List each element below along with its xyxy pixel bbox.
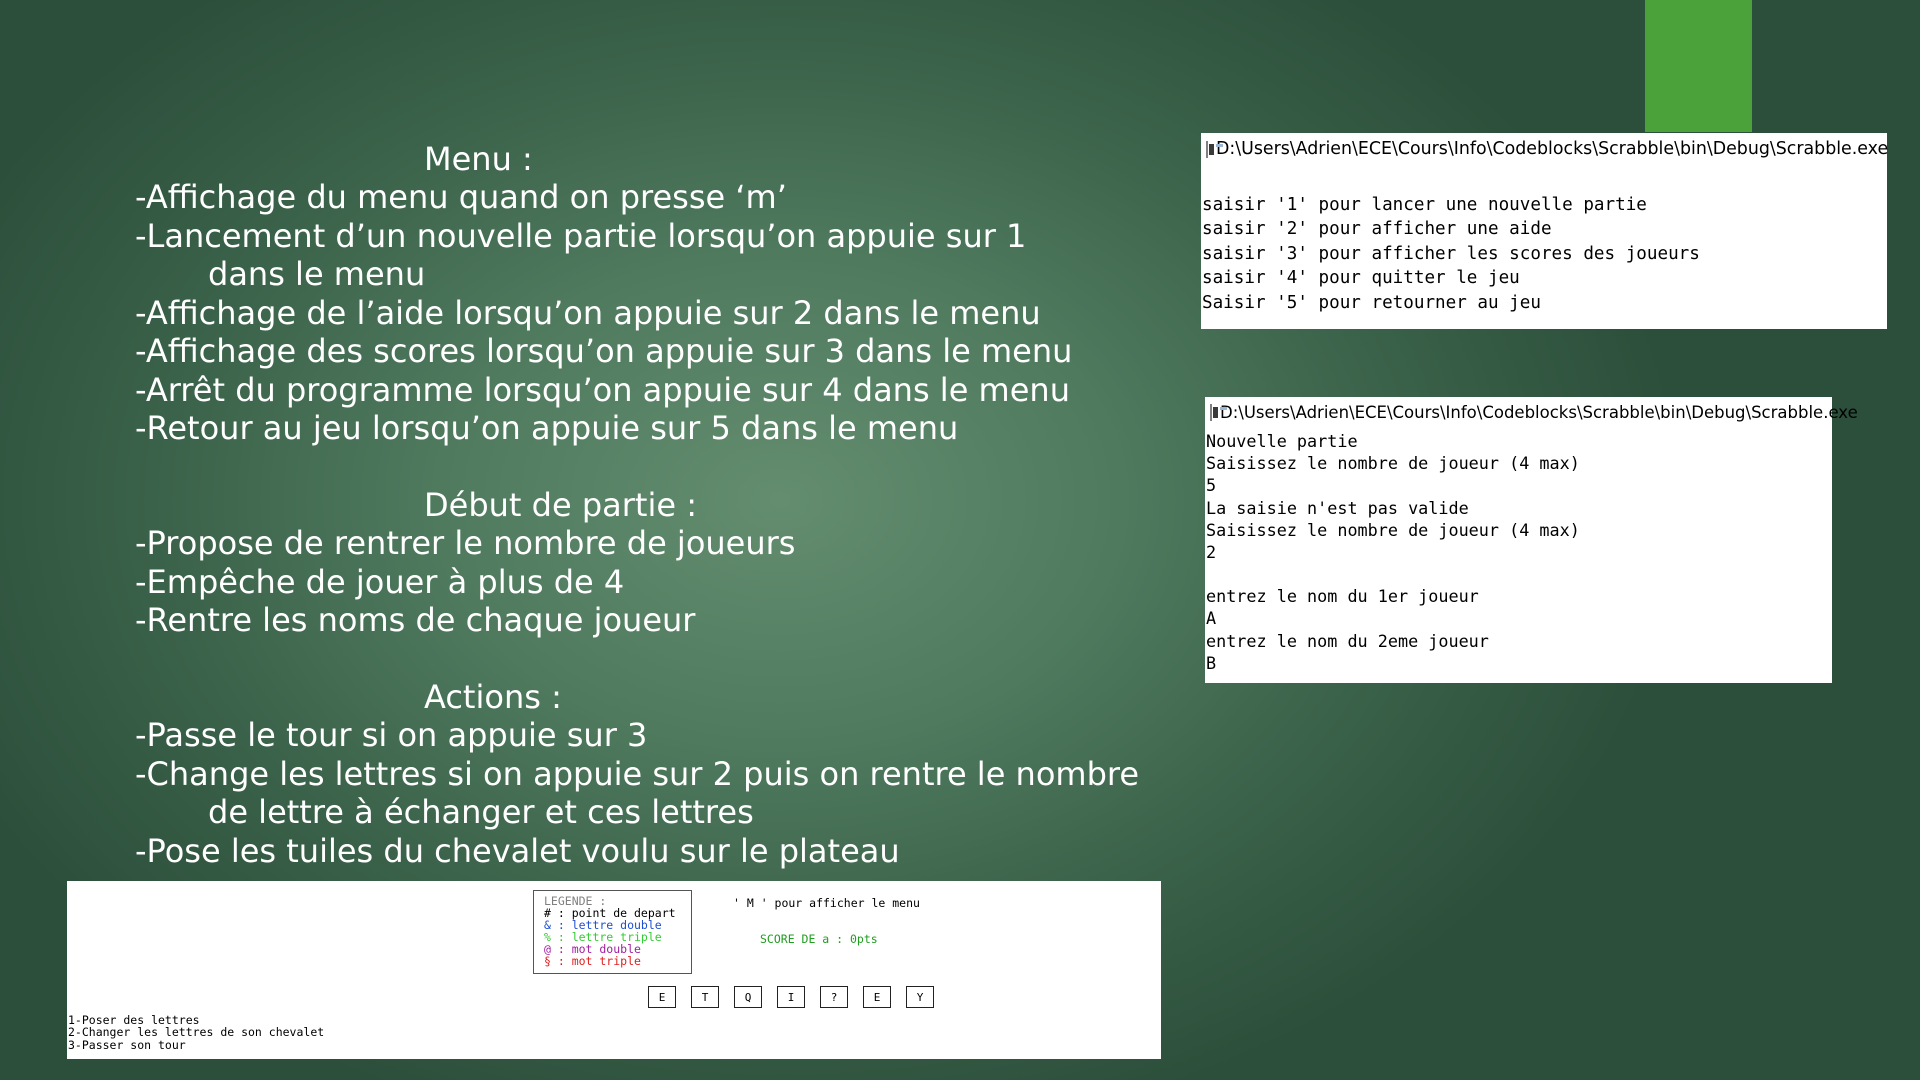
option-line: 3-Passer son tour bbox=[68, 1037, 186, 1052]
window-titlebar: D:\Users\Adrien\ECE\Cours\Info\Codeblock… bbox=[1205, 397, 1858, 427]
option-line: 2-Changer les lettres de son chevalet bbox=[68, 1025, 325, 1040]
console-line: La saisie n'est pas valide bbox=[1206, 497, 1469, 518]
window-titlebar: D:\Users\Adrien\ECE\Cours\Info\Codeblock… bbox=[1201, 133, 1889, 165]
window-title: D:\Users\Adrien\ECE\Cours\Info\Codeblock… bbox=[1216, 139, 1889, 159]
console-line: entrez le nom du 2eme joueur bbox=[1206, 630, 1489, 651]
bullet-line: -Change les lettres si on appuie sur 2 p… bbox=[135, 755, 1140, 793]
rack-tile: Y bbox=[906, 986, 934, 1008]
console-window-new-game: D:\Users\Adrien\ECE\Cours\Info\Codeblock… bbox=[1205, 397, 1858, 683]
bullet-line: -Affichage du menu quand on presse ‘m’ bbox=[135, 178, 787, 216]
tile-rack: E T Q I? E Y bbox=[648, 986, 949, 1008]
legend-line: § : mot triple bbox=[544, 954, 641, 968]
console-line: Nouvelle partie bbox=[1206, 431, 1358, 451]
rack-tile: E bbox=[648, 986, 676, 1008]
bullet-line: -Passe le tour si on appuie sur 3 bbox=[135, 716, 648, 754]
menu-hint: ' M ' pour afficher le menu bbox=[733, 896, 920, 910]
console-line: saisir '3' pour afficher les scores des … bbox=[1202, 243, 1700, 264]
rack-tile: E bbox=[863, 986, 891, 1008]
console-window-menu: D:\Users\Adrien\ECE\Cours\Info\Codeblock… bbox=[1201, 133, 1889, 329]
action-options: 1-Poser des lettres 2-Changer les lettres… bbox=[68, 1014, 324, 1051]
console-line: A bbox=[1206, 608, 1217, 629]
console-line: Saisissez le nombre de joueur (4 max) bbox=[1206, 453, 1580, 474]
window-title: D:\Users\Adrien\ECE\Cours\Info\Codeblock… bbox=[1220, 402, 1858, 422]
console-line: 2 bbox=[1206, 542, 1217, 563]
console-line: 5 bbox=[1206, 475, 1217, 496]
console-app-icon bbox=[1206, 140, 1223, 158]
bullet-line: -Lancement d’un nouvelle partie lorsqu’o… bbox=[135, 217, 1027, 255]
bullet-line: -Empêche de jouer à plus de 4 bbox=[135, 563, 625, 601]
console-line: saisir '2' pour afficher une aide bbox=[1202, 219, 1552, 240]
heading-actions: Actions : bbox=[424, 678, 562, 716]
bullet-line: -Retour au jeu lorsqu’on appuie sur 5 da… bbox=[135, 409, 959, 447]
bullet-line: -Rentre les noms de chaque joueur bbox=[135, 601, 696, 639]
console-line: B bbox=[1206, 652, 1217, 673]
rack-tile: I bbox=[777, 986, 805, 1008]
console-output: saisir '1' pour lancer une nouvelle part… bbox=[1202, 193, 1700, 315]
console-line: saisir '4' pour quitter le jeu bbox=[1202, 268, 1520, 289]
console-line: entrez le nom du 1er joueur bbox=[1206, 586, 1479, 607]
console-app-icon bbox=[1210, 403, 1227, 421]
bullet-line: -Affichage de l’aide lorsqu’on appuie su… bbox=[135, 294, 1041, 332]
bullet-line: -Propose de rentrer le nombre de joueurs bbox=[135, 524, 796, 562]
console-line: saisir '1' pour lancer une nouvelle part… bbox=[1202, 195, 1647, 215]
bullet-line-continued: dans le menu bbox=[208, 255, 426, 293]
rack-tile: T bbox=[691, 986, 719, 1008]
rack-tile: ? bbox=[820, 986, 848, 1008]
rack-tile: Q bbox=[734, 986, 762, 1008]
bullet-line: -Arrêt du programme lorsqu’on appuie sur… bbox=[135, 371, 1070, 409]
bullet-line-continued: de lettre à échanger et ces lettres bbox=[208, 793, 754, 831]
console-output: Nouvelle partie Saisissez le nombre de jo… bbox=[1206, 430, 1580, 674]
heading-menu: Menu : bbox=[424, 140, 533, 178]
bullet-line: -Pose les tuiles du chevalet voulu sur l… bbox=[135, 832, 900, 870]
legend-box: LEGENDE : # : point de depart & : lettre d… bbox=[533, 890, 692, 974]
accent-bar bbox=[1645, 0, 1752, 132]
score-display: SCORE DE a : 0pts bbox=[760, 932, 878, 946]
console-line: Saisir '5' pour retourner au jeu bbox=[1202, 292, 1541, 313]
game-screen-capture: LEGENDE : # : point de depart & : lettre d… bbox=[67, 881, 1161, 1059]
heading-debut-de-partie: Début de partie : bbox=[424, 486, 697, 524]
bullet-line: -Affichage des scores lorsqu’on appuie s… bbox=[135, 332, 1073, 370]
console-line: Saisissez le nombre de joueur (4 max) bbox=[1206, 519, 1580, 540]
